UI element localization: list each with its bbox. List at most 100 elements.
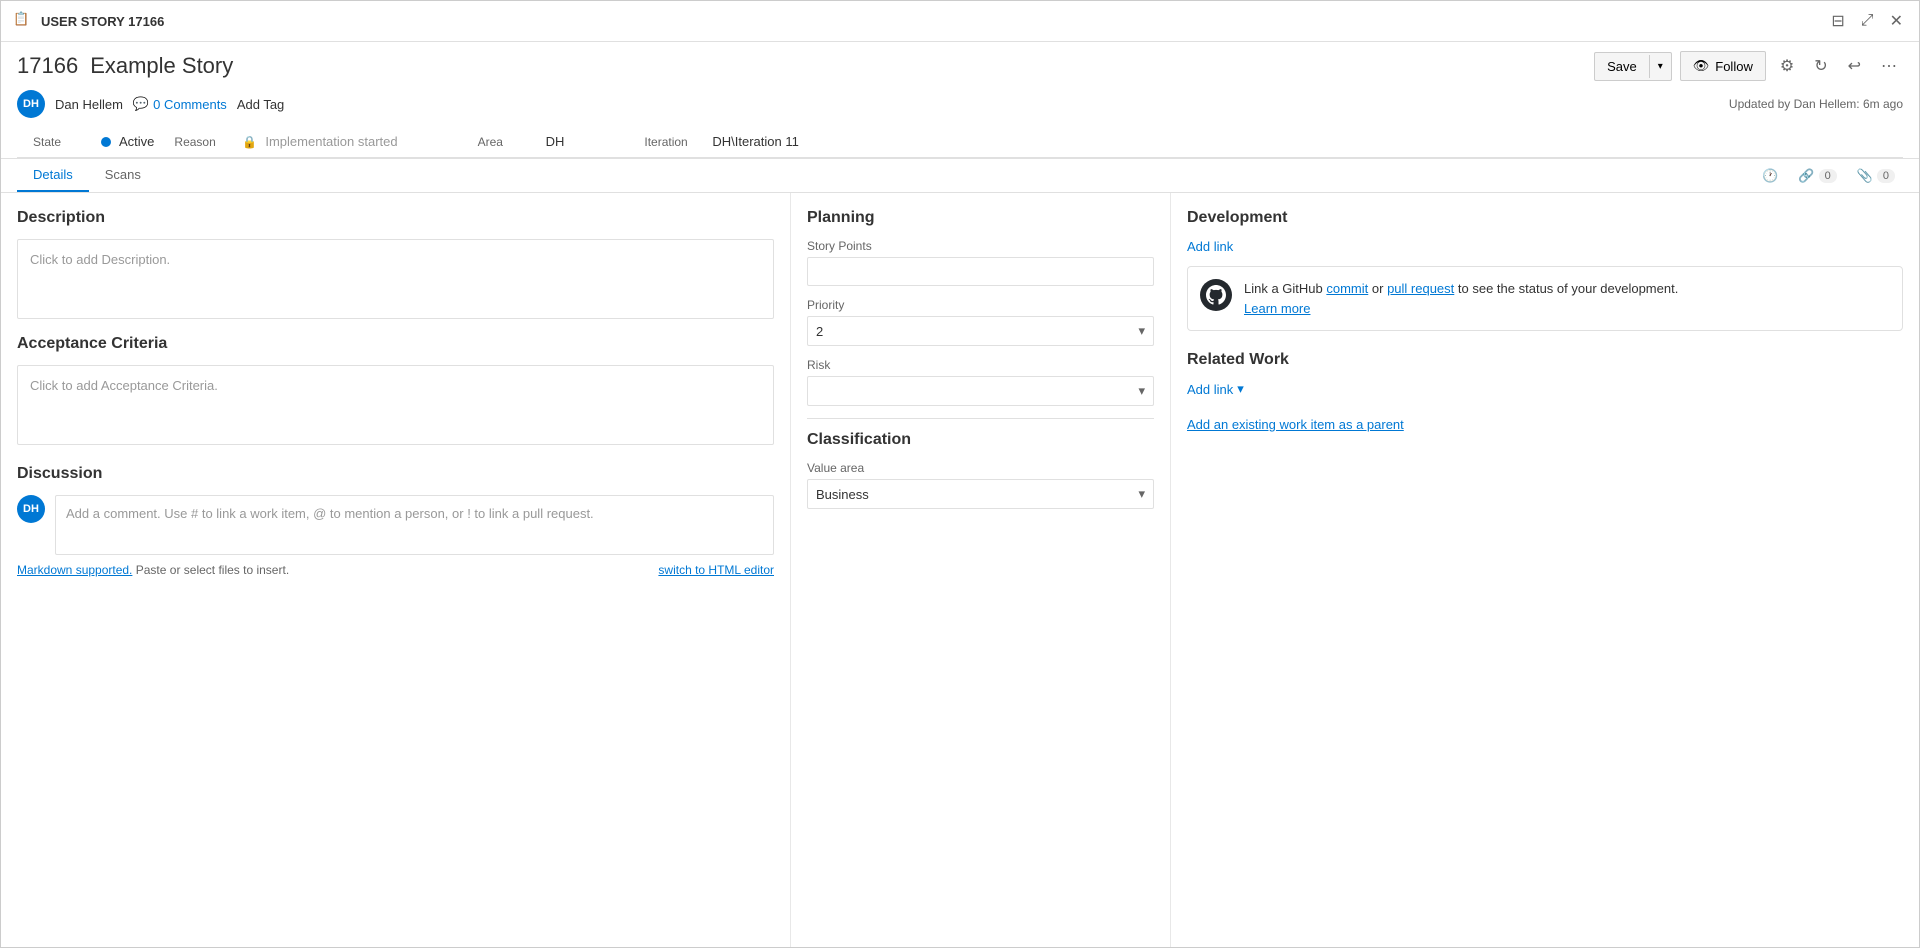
- priority-chevron: ▾: [1138, 323, 1145, 339]
- middle-panel: Planning Story Points Priority 2 ▾ Risk …: [791, 193, 1171, 947]
- settings-button[interactable]: ⚙: [1774, 50, 1800, 82]
- undo-button[interactable]: ↩: [1842, 50, 1867, 82]
- tab-details[interactable]: Details: [17, 159, 89, 192]
- area-label: Area: [478, 135, 538, 149]
- reason-value: Implementation started: [265, 134, 397, 149]
- iteration-value[interactable]: DH\Iteration 11: [712, 134, 798, 149]
- state-value[interactable]: Active: [119, 134, 154, 149]
- attach-count: 0: [1877, 169, 1895, 183]
- maximize-button[interactable]: ⤢: [1857, 7, 1878, 35]
- classification-title: Classification: [807, 431, 1154, 449]
- priority-field: Priority 2 ▾: [807, 298, 1154, 346]
- comment-footer: Markdown supported. Paste or select file…: [17, 563, 774, 577]
- right-panel: Development Add link Link a GitHub commi…: [1171, 193, 1919, 947]
- iteration-field: Iteration DH\Iteration 11: [644, 134, 798, 149]
- comment-footer-text: Markdown supported. Paste or select file…: [17, 563, 289, 577]
- risk-label: Risk: [807, 358, 1154, 372]
- work-item-header: 17166 Example Story Save ▾ 👁 Follow ⚙ ↻ …: [1, 42, 1919, 159]
- links-button[interactable]: 🔗 0: [1790, 164, 1844, 188]
- state-row: State Active Reason 🔒 Implementation sta…: [17, 126, 1903, 158]
- github-icon: [1200, 279, 1232, 311]
- save-dropdown-button[interactable]: ▾: [1649, 55, 1671, 78]
- value-area-value: Business: [816, 487, 869, 502]
- commit-link[interactable]: commit: [1326, 281, 1368, 296]
- story-title[interactable]: Example Story: [90, 53, 233, 79]
- pull-request-link[interactable]: pull request: [1387, 281, 1454, 296]
- story-points-field: Story Points: [807, 239, 1154, 286]
- link-icon: 🔗: [1798, 168, 1814, 184]
- value-area-chevron: ▾: [1138, 486, 1145, 502]
- tab-scans[interactable]: Scans: [89, 159, 157, 192]
- title-bar-text: USER STORY 17166: [41, 14, 164, 29]
- github-svg: [1206, 285, 1226, 305]
- save-button[interactable]: Save: [1595, 53, 1649, 80]
- related-add-chevron: ▾: [1237, 381, 1244, 397]
- header-actions: Save ▾ 👁 Follow ⚙ ↻ ↩ ⋯: [1594, 50, 1903, 82]
- follow-label: Follow: [1715, 59, 1753, 74]
- switch-editor-link[interactable]: switch to HTML editor: [658, 563, 774, 577]
- value-area-select[interactable]: Business ▾: [807, 479, 1154, 509]
- iteration-label: Iteration: [644, 135, 704, 149]
- story-title-row: 17166 Example Story Save ▾ 👁 Follow ⚙ ↻ …: [17, 50, 1903, 82]
- minimize-button[interactable]: ⊟: [1827, 7, 1848, 35]
- risk-chevron: ▾: [1138, 383, 1145, 399]
- history-icon: 🕐: [1762, 168, 1778, 184]
- development-section: Development Add link Link a GitHub commi…: [1187, 209, 1903, 331]
- reason-label: Reason: [174, 135, 234, 149]
- dev-add-link-button[interactable]: Add link: [1187, 239, 1233, 254]
- state-dot: [101, 137, 111, 147]
- risk-field: Risk ▾: [807, 358, 1154, 406]
- more-options-button[interactable]: ⋯: [1875, 50, 1903, 82]
- title-bar-actions: ⊟ ⤢ ✕: [1827, 7, 1907, 35]
- avatar-initials: DH: [23, 98, 39, 110]
- story-points-input[interactable]: [807, 257, 1154, 286]
- tabs-bar: Details Scans 🕐 🔗 0 📎 0: [1, 159, 1919, 193]
- priority-select[interactable]: 2 ▾: [807, 316, 1154, 346]
- related-work-section: Related Work Add link ▾ Add an existing …: [1187, 351, 1903, 432]
- avatar: DH: [17, 90, 45, 118]
- comments-link[interactable]: 💬 0 Comments: [133, 96, 227, 112]
- reason-field: Reason 🔒 Implementation started: [174, 134, 397, 149]
- related-add-link-label: Add link: [1187, 382, 1233, 397]
- risk-select[interactable]: ▾: [807, 376, 1154, 406]
- story-id: 17166: [17, 53, 78, 79]
- attach-icon: 📎: [1857, 168, 1873, 184]
- planning-title: Planning: [807, 209, 1154, 227]
- add-link-label: Add link: [1187, 239, 1233, 254]
- follow-icon: 👁: [1693, 58, 1710, 74]
- related-add-link-row: Add link ▾: [1187, 381, 1903, 409]
- tab-actions: 🕐 🔗 0 📎 0: [1754, 164, 1903, 188]
- close-button[interactable]: ✕: [1886, 7, 1907, 35]
- save-button-group: Save ▾: [1594, 52, 1672, 81]
- area-field: Area DH: [478, 134, 565, 149]
- updated-text: Updated by Dan Hellem: 6m ago: [1729, 97, 1903, 111]
- markdown-link[interactable]: Markdown supported.: [17, 563, 132, 577]
- learn-more-link[interactable]: Learn more: [1244, 301, 1310, 316]
- description-input[interactable]: Click to add Description.: [17, 239, 774, 319]
- github-description: Link a GitHub commit or pull request to …: [1244, 279, 1678, 318]
- comments-count: 0 Comments: [153, 97, 227, 112]
- acceptance-criteria-input[interactable]: Click to add Acceptance Criteria.: [17, 365, 774, 445]
- add-existing-link[interactable]: Add an existing work item as a parent: [1187, 417, 1903, 432]
- value-area-label: Value area: [807, 461, 1154, 475]
- discussion-section: Discussion DH Add a comment. Use # to li…: [17, 465, 774, 577]
- state-label: State: [33, 135, 93, 149]
- title-bar-icon: 📋: [13, 11, 33, 31]
- refresh-button[interactable]: ↻: [1808, 50, 1833, 82]
- links-count: 0: [1819, 169, 1837, 183]
- comment-input[interactable]: Add a comment. Use # to link a work item…: [55, 495, 774, 555]
- add-tag-button[interactable]: Add Tag: [237, 97, 284, 112]
- area-value[interactable]: DH: [546, 134, 565, 149]
- follow-button[interactable]: 👁 Follow: [1680, 51, 1766, 81]
- author-row: DH Dan Hellem 💬 0 Comments Add Tag Updat…: [17, 90, 1903, 118]
- main-content: Description Click to add Description. Ac…: [1, 193, 1919, 947]
- attachments-button[interactable]: 📎 0: [1849, 164, 1903, 188]
- description-title: Description: [17, 209, 774, 227]
- related-add-link-button[interactable]: Add link ▾: [1187, 381, 1244, 397]
- history-button[interactable]: 🕐: [1754, 164, 1786, 188]
- comment-row: DH Add a comment. Use # to link a work i…: [17, 495, 774, 555]
- acceptance-criteria-section: Acceptance Criteria Click to add Accepta…: [17, 335, 774, 445]
- discussion-title: Discussion: [17, 465, 774, 483]
- comment-icon: 💬: [133, 96, 149, 112]
- acceptance-criteria-title: Acceptance Criteria: [17, 335, 774, 353]
